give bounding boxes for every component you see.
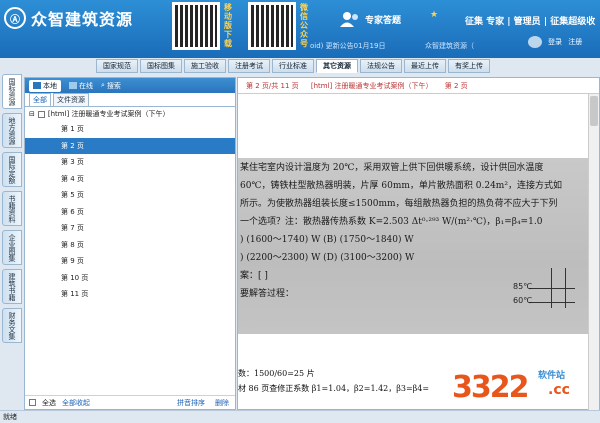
side-tabs: 国标资源 地方资源 国际定额 书籍资料 企业图集 建筑书籍 财务文集	[0, 74, 23, 407]
side-tab-3[interactable]: 国际定额	[2, 152, 22, 187]
select-all-label: 全选	[42, 398, 56, 407]
search-icon: ⌕	[101, 81, 105, 89]
tab-construction-acceptance[interactable]: 施工验收	[184, 59, 226, 73]
tree-page-2[interactable]: 第 2 页	[25, 137, 235, 154]
filter-all[interactable]: 全部	[29, 93, 51, 106]
login-area: 登录 注册	[548, 37, 582, 47]
category-tabs: 国家规范 国标图集 施工验收 注册考试 行业标准 其它资源 法规公告 最近上传 …	[96, 59, 490, 73]
notice-source: 众智建筑资源（	[425, 42, 474, 50]
tab-national-code[interactable]: 国家规范	[96, 59, 138, 73]
watermark-site: 软件站	[538, 371, 566, 381]
tab-industry-standard[interactable]: 行业标准	[272, 59, 314, 73]
top-header: Ⓐ 众智建筑资源 移动版下载 微信公众号 专家答题 ★ 征集 专家 | 管理员 …	[0, 0, 600, 58]
scroll-thumb[interactable]	[590, 96, 598, 126]
side-tab-2[interactable]: 地方资源	[2, 113, 22, 148]
root-checkbox[interactable]	[37, 110, 45, 118]
star-icon: ★	[430, 10, 439, 20]
watermark-number: 3322	[452, 370, 529, 405]
watermark-logo: 3322 软件站 .cc	[452, 362, 592, 410]
filter-tabs: 全部 文件资源	[25, 93, 235, 107]
collapse-all-link[interactable]: 全部收起	[62, 398, 90, 408]
top-menu[interactable]: 征集 专家 | 管理员 | 征集超级收	[465, 14, 595, 27]
users-icon	[340, 12, 358, 27]
watermark-domain: .cc	[548, 382, 570, 398]
delete-link[interactable]: 删除	[215, 398, 229, 408]
computer-icon	[33, 82, 41, 89]
collapse-icon[interactable]: ⊟	[29, 110, 35, 118]
radiator-diagram: 85℃ 60℃	[511, 258, 575, 318]
supply-temp-label: 85℃	[513, 282, 533, 291]
register-link[interactable]: 注册	[568, 38, 582, 46]
side-tab-7[interactable]: 财务文集	[2, 308, 22, 343]
globe-icon	[69, 82, 77, 89]
panel-footer: 全选 全部收起 拼音排序 删除	[25, 395, 235, 409]
pinyin-sort-link[interactable]: 拼音排序	[177, 398, 205, 408]
tree-page-1[interactable]: 第 1 页	[25, 121, 235, 138]
side-tab-4[interactable]: 书籍资料	[2, 191, 22, 226]
tab-national-atlas[interactable]: 国标图集	[140, 59, 182, 73]
doc-line: ) (2200～2300) W (D) (3100～3200) W	[240, 253, 415, 263]
doc-line: 一个选项？注：散热器传热系数 K=2.503 Δt⁰·²⁹³ W/(m²·℃)，…	[240, 217, 543, 227]
filter-file-resources[interactable]: 文件资源	[53, 93, 89, 106]
doc-line: 所示。为使散热器组装长度≤1500mm，每组散热器负担的热负荷不应大于下列	[240, 199, 558, 209]
status-bar: 就绪	[0, 410, 600, 423]
app-title: 众智建筑资源	[31, 10, 134, 29]
qr-code-mobile	[172, 2, 220, 50]
select-all-checkbox[interactable]	[29, 399, 36, 406]
side-tab-5[interactable]: 企业图集	[2, 230, 22, 265]
doc-line: 数：1500/60=25 片	[238, 369, 315, 378]
app-logo: Ⓐ 众智建筑资源	[4, 6, 133, 30]
page-tree: ⊟ [html] 注册暖通专业考试案例（下午） 第 1 页 第 2 页 第 3 …	[25, 107, 235, 387]
scanned-page-image: 某住宅室内设计温度为 20℃，采用双管上供下回供暖系统，设计供回水温度 60℃，…	[238, 158, 589, 334]
qr-code-wechat	[248, 2, 296, 50]
source-tabs: 本地 在线 ⌕ 搜索	[25, 78, 235, 93]
qr-caption-mobile: 移动版下载	[224, 3, 232, 48]
document-viewer: 第 2 页/共 11 页 [html] 注册暖通专业考试案例（下午） 第 2 页…	[237, 77, 600, 410]
side-tab-6[interactable]: 建筑书籍	[2, 269, 22, 304]
tree-page-7[interactable]: 第 7 页	[25, 220, 235, 237]
tab-online-label: 在线	[79, 81, 93, 90]
user-icon	[528, 36, 542, 48]
page-number: 第 2 页	[444, 82, 468, 90]
doc-line: 要解答过程：	[240, 289, 295, 299]
tab-other-resources[interactable]: 其它资源	[316, 59, 358, 73]
tree-page-10[interactable]: 第 10 页	[25, 270, 235, 287]
tab-recent-uploads[interactable]: 最近上传	[404, 59, 446, 73]
tree-root-label: [html] 注册暖通专业考试案例（下午）	[47, 110, 170, 118]
expert-answer-label: 专家答题	[365, 15, 402, 26]
tab-reward-upload[interactable]: 有奖上传	[448, 59, 490, 73]
doc-header: 第 2 页/共 11 页 [html] 注册暖通专业考试案例（下午） 第 2 页	[238, 78, 599, 94]
tree-page-11[interactable]: 第 11 页	[25, 286, 235, 303]
update-notice[interactable]: oid) 更新公告01月19日	[310, 41, 385, 51]
doc-continuation: 数：1500/60=25 片 材 86 页查修正系数 β1=1.04，β2=1.…	[238, 368, 429, 394]
tree-page-3[interactable]: 第 3 页	[25, 154, 235, 171]
tab-local-label: 本地	[43, 81, 57, 90]
page-indicator: 第 2 页/共 11 页	[246, 82, 299, 90]
resource-panel: 本地 在线 ⌕ 搜索 全部 文件资源 ⊟ [html] 注册暖通专业考试案例（下午…	[24, 77, 236, 410]
doc-line: 案：[ ]	[240, 271, 268, 281]
side-tab-1[interactable]: 国标资源	[2, 74, 22, 109]
tab-search[interactable]: ⌕ 搜索	[101, 81, 121, 91]
tree-page-6[interactable]: 第 6 页	[25, 204, 235, 221]
doc-line: 材 86 页查修正系数 β1=1.04，β2=1.42，β3=β4=	[238, 384, 430, 393]
logo-icon: Ⓐ	[4, 7, 26, 29]
tab-regulations[interactable]: 法规公告	[360, 59, 402, 73]
doc-line: ) (1600～1740) W (B) (1750～1840) W	[240, 235, 414, 245]
tab-search-label: 搜索	[106, 81, 121, 90]
tab-local[interactable]: 本地	[29, 79, 61, 92]
doc-title: [html] 注册暖通专业考试案例（下午）	[310, 82, 433, 90]
doc-line: 60℃，铸铁柱型散热器明装，片厚 60mm，单片散热面积 0.24m²，连接方式…	[240, 181, 562, 191]
tab-online[interactable]: 在线	[69, 81, 93, 91]
tree-root[interactable]: ⊟ [html] 注册暖通专业考试案例（下午）	[25, 107, 235, 121]
tree-page-4[interactable]: 第 4 页	[25, 171, 235, 188]
tree-page-8[interactable]: 第 8 页	[25, 237, 235, 254]
doc-line: 某住宅室内设计温度为 20℃，采用双管上供下回供暖系统，设计供回水温度	[240, 163, 544, 173]
tree-page-9[interactable]: 第 9 页	[25, 253, 235, 270]
login-link[interactable]: 登录	[548, 38, 562, 46]
return-temp-label: 60℃	[513, 296, 533, 305]
expert-answer-button[interactable]: 专家答题	[339, 10, 401, 28]
tab-registration-exam[interactable]: 注册考试	[228, 59, 270, 73]
tree-page-5[interactable]: 第 5 页	[25, 187, 235, 204]
